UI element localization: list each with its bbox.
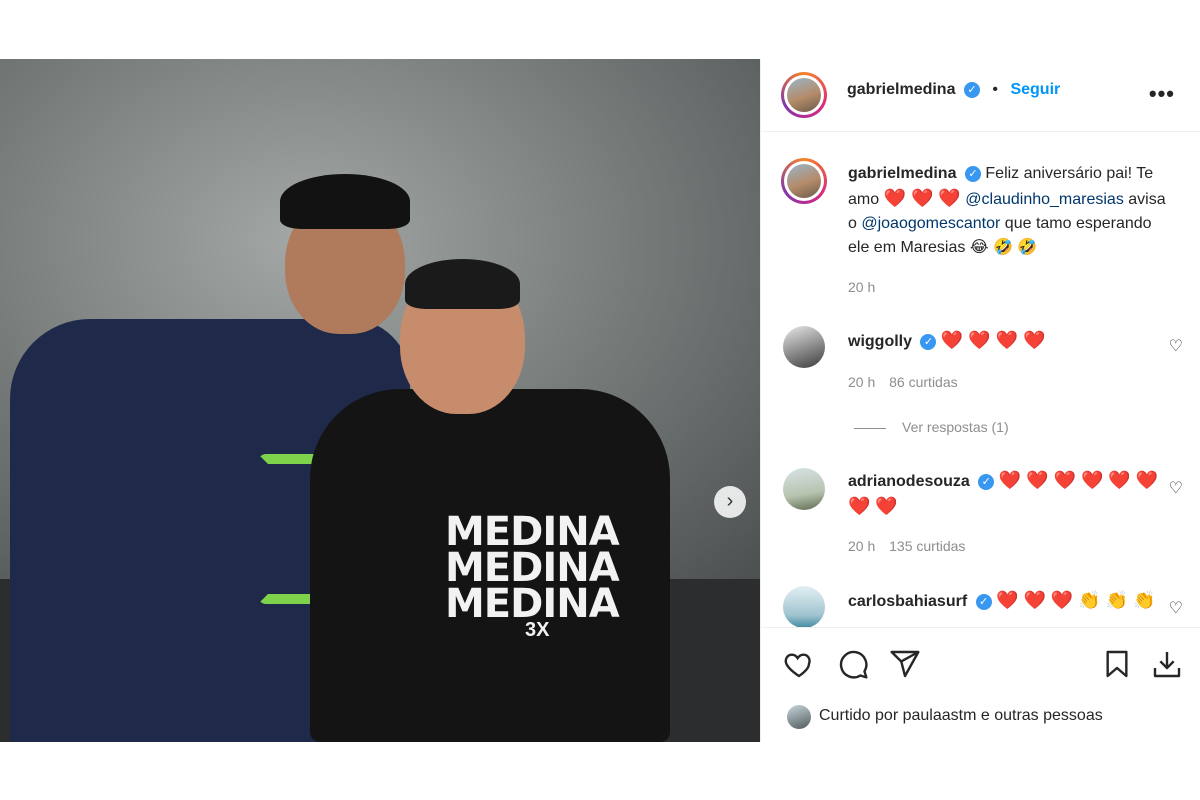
post-header: gabrielmedina ✓ • Seguir ••• [761,59,1200,132]
comment-body: ❤️ ❤️ ❤️ 👏 👏 👏 [996,590,1156,610]
commenter-avatar[interactable] [783,586,825,627]
verified-badge-icon: ✓ [975,593,992,610]
commenter-avatar[interactable] [783,326,825,368]
mention-claudinho[interactable]: @claudinho_maresias [965,191,1124,208]
view-replies-button[interactable]: Ver respostas (1) [854,419,1009,435]
post-photo[interactable]: MEDINA MEDINA MEDINA 3X › [0,59,760,742]
caption-avatar[interactable] [781,158,827,204]
view-replies-label: Ver respostas (1) [902,419,1009,435]
left-person-cap [280,174,410,229]
comment-text: wiggolly ✓ ❤️ ❤️ ❤️ ❤️ [848,328,1168,354]
author-username[interactable]: gabrielmedina [847,81,955,98]
shirt-print-text: MEDINA MEDINA MEDINA [445,509,620,627]
header-user-line: gabrielmedina ✓ • Seguir [847,81,1060,99]
caption-hearts: ❤️ ❤️ ❤️ [883,188,961,208]
heart-icon[interactable]: ♡ [1169,598,1183,618]
comment-time[interactable]: 20 h [848,538,875,554]
caption-time: 20 h [848,279,885,295]
caption-username[interactable]: gabrielmedina [848,165,956,182]
separator-dot: • [992,81,998,98]
verified-badge-icon: ✓ [978,473,995,490]
verified-badge-icon: ✓ [964,165,981,182]
comment-time[interactable]: 20 h [848,374,875,390]
comment-text: carlosbahiasurf ✓ ❤️ ❤️ ❤️ 👏 👏 👏 [848,588,1168,614]
comment-text: adrianodesouza ✓ ❤️ ❤️ ❤️ ❤️ ❤️ ❤️ ❤️ ❤️ [848,468,1168,520]
heart-icon[interactable]: ♡ [1169,478,1183,498]
chevron-right-icon[interactable]: › [714,486,746,518]
comment-meta: 20 h 86 curtidas [848,374,968,390]
commenter-username[interactable]: carlosbahiasurf [848,593,967,610]
comment-body: ❤️ ❤️ ❤️ ❤️ [940,330,1046,350]
share-icon[interactable] [889,648,921,680]
author-avatar[interactable] [781,72,827,118]
heart-icon[interactable]: ♡ [1169,336,1183,356]
bookmark-icon[interactable] [1101,648,1133,680]
post-side-panel: gabrielmedina ✓ • Seguir ••• gabrielmedi… [760,59,1200,742]
commenter-avatar[interactable] [783,468,825,510]
verified-badge-icon: ✓ [963,81,980,98]
comment-icon[interactable] [837,648,869,680]
download-icon[interactable] [1151,648,1183,680]
comment-meta: 20 h 135 curtidas [848,538,975,554]
comments-list[interactable]: gabrielmedina ✓ Feliz aniversário pai! T… [761,132,1200,627]
comment-likes[interactable]: 135 curtidas [889,538,965,554]
commenter-username[interactable]: adrianodesouza [848,473,970,490]
likes-summary: Curtido por paulaastm e outras pessoas [761,695,1200,735]
comment-likes[interactable]: 86 curtidas [889,374,957,390]
liked-by-text[interactable]: Curtido por paulaastm e outras pessoas [819,707,1103,725]
verified-badge-icon: ✓ [920,333,937,350]
shirt-print-sub: 3X [525,619,550,641]
caption-text: gabrielmedina ✓ Feliz aniversário pai! T… [848,162,1168,260]
heart-icon[interactable] [783,648,815,680]
liker-avatar[interactable] [787,705,811,729]
caption-emojis: 😂 🤣 🤣 [969,239,1038,256]
more-options-icon[interactable]: ••• [1149,81,1175,107]
follow-button[interactable]: Seguir [1010,81,1060,98]
caption-timestamp[interactable]: 20 h [848,279,875,295]
commenter-username[interactable]: wiggolly [848,333,912,350]
mention-joaogomes[interactable]: @joaogomescantor [861,215,1000,232]
action-bar [761,627,1200,688]
right-person-hair [405,259,520,309]
